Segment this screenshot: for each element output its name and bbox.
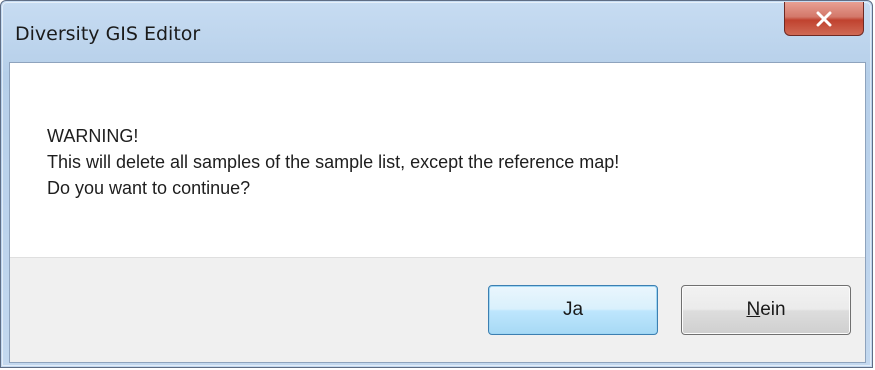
yes-button-label: Ja bbox=[562, 299, 584, 320]
dialog-content: WARNING! This will delete all samples of… bbox=[9, 62, 866, 363]
no-button-label: Nein bbox=[746, 299, 786, 320]
button-bar: Ja Nein bbox=[10, 257, 865, 362]
close-icon bbox=[816, 11, 832, 26]
message-text: WARNING! This will delete all samples of… bbox=[47, 123, 619, 201]
message-line-warning: WARNING! bbox=[47, 126, 139, 146]
message-line-question: Do you want to continue? bbox=[47, 178, 251, 198]
message-line-detail: This will delete all samples of the samp… bbox=[47, 152, 620, 172]
yes-button[interactable]: Ja bbox=[488, 285, 658, 335]
no-button[interactable]: Nein bbox=[681, 285, 851, 335]
dialog-window: Diversity GIS Editor WARNING! This will … bbox=[0, 0, 873, 368]
window-title: Diversity GIS Editor bbox=[15, 23, 201, 45]
close-button[interactable] bbox=[784, 2, 864, 36]
